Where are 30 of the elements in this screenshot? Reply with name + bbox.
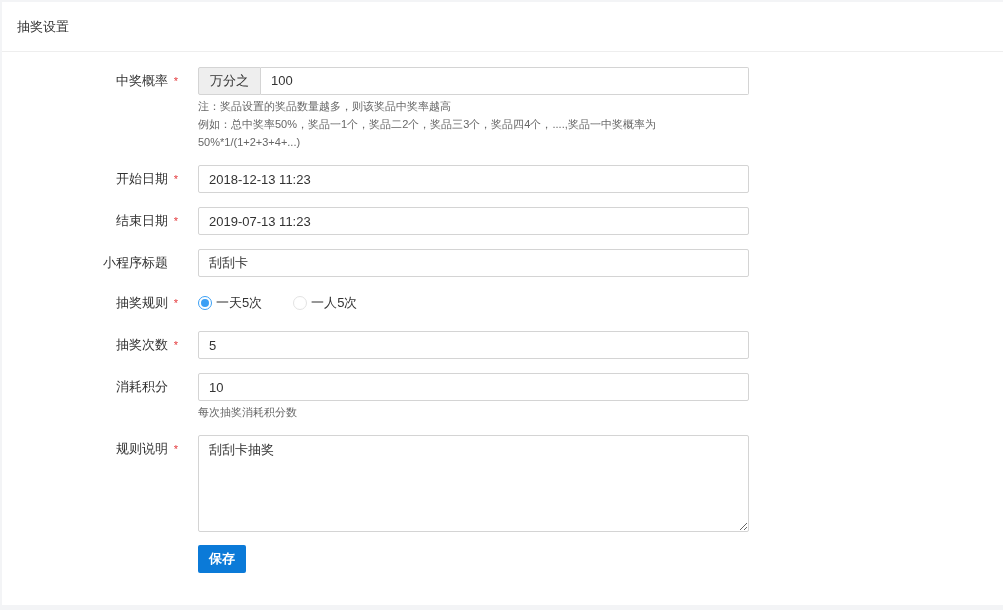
help-text: 每次抽奖消耗积分数 xyxy=(198,405,298,420)
field-label: 小程序标题 xyxy=(103,255,168,271)
help-text: 注：奖品设置的奖品数量越多，则该奖品中奖率越高 xyxy=(198,99,452,114)
field-label: 抽奖次数 xyxy=(116,337,168,353)
panel-title: 抽奖设置 xyxy=(17,17,69,36)
required-mark: * xyxy=(173,214,178,229)
help-text: 50%*1/(1+2+3+4+...) xyxy=(198,135,302,150)
input-field[interactable]: 刮刮卡 xyxy=(198,249,749,277)
input-field[interactable]: 10 xyxy=(198,373,749,401)
input-field[interactable]: 5 xyxy=(198,331,749,359)
radio-label: 一人5次 xyxy=(311,294,358,313)
save-button[interactable]: 保存 xyxy=(198,545,246,573)
input-field[interactable]: 2019-07-13 11:23 xyxy=(198,207,749,235)
input-field[interactable]: 2018-12-13 11:23 xyxy=(198,165,749,193)
textarea-field[interactable]: 刮刮卡抽奖 xyxy=(198,435,749,532)
field-label: 中奖概率 xyxy=(116,73,168,89)
field-label: 规则说明 xyxy=(116,441,168,457)
field-label: 消耗积分 xyxy=(116,379,168,395)
unit-label: 万分之 xyxy=(198,67,261,95)
input-field[interactable]: 100 xyxy=(261,67,749,95)
field-label: 开始日期 xyxy=(116,171,168,187)
help-text: 例如：总中奖率50%，奖品一1个，奖品二2个，奖品三3个，奖品四4个，....,奖品一中奖概率为 xyxy=(198,117,657,132)
required-mark: * xyxy=(173,74,178,89)
required-mark: * xyxy=(173,338,178,353)
field-label: 抽奖规则 xyxy=(116,295,168,311)
required-mark: * xyxy=(173,296,178,311)
required-mark: * xyxy=(173,442,178,457)
radio-label: 一天5次 xyxy=(216,294,263,313)
field-label: 结束日期 xyxy=(116,213,168,229)
required-mark: * xyxy=(173,172,178,187)
